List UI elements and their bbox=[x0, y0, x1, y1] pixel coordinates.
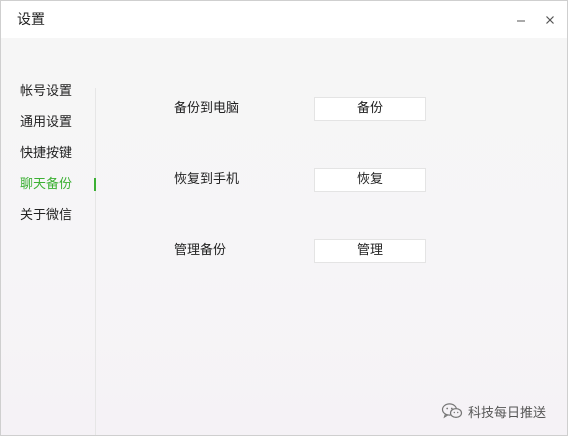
watermark: 科技每日推送 bbox=[441, 400, 546, 422]
sidebar-item-chat-backup[interactable]: 聊天备份 bbox=[20, 177, 72, 193]
settings-sidebar: 帐号设置 通用设置 快捷按键 聊天备份 关于微信 bbox=[1, 38, 96, 435]
restore-button[interactable]: 恢复 bbox=[314, 168, 426, 192]
sidebar-item-about[interactable]: 关于微信 bbox=[20, 208, 72, 224]
sidebar-divider bbox=[95, 88, 96, 435]
window-title: 设置 bbox=[17, 12, 45, 28]
close-button[interactable] bbox=[542, 12, 558, 28]
sidebar-item-shortcuts[interactable]: 快捷按键 bbox=[20, 146, 72, 162]
sidebar-item-account[interactable]: 帐号设置 bbox=[20, 84, 72, 100]
manage-backup-label: 管理备份 bbox=[174, 243, 227, 258]
title-bar: 设置 bbox=[1, 1, 567, 38]
manage-button[interactable]: 管理 bbox=[314, 239, 426, 263]
active-item-indicator bbox=[94, 178, 96, 191]
minimize-button[interactable] bbox=[513, 12, 529, 28]
watermark-text: 科技每日推送 bbox=[468, 405, 547, 421]
backup-to-pc-label: 备份到电脑 bbox=[174, 101, 240, 116]
minimize-icon bbox=[517, 20, 525, 22]
close-icon bbox=[546, 16, 554, 24]
restore-to-phone-label: 恢复到手机 bbox=[174, 172, 240, 187]
settings-window: 设置 帐号设置 通用设置 快捷按键 聊天备份 关于微信 备份到电脑 备份 恢复到… bbox=[0, 0, 568, 436]
backup-button[interactable]: 备份 bbox=[314, 97, 426, 121]
wechat-icon bbox=[441, 403, 463, 419]
sidebar-item-general[interactable]: 通用设置 bbox=[20, 115, 72, 131]
